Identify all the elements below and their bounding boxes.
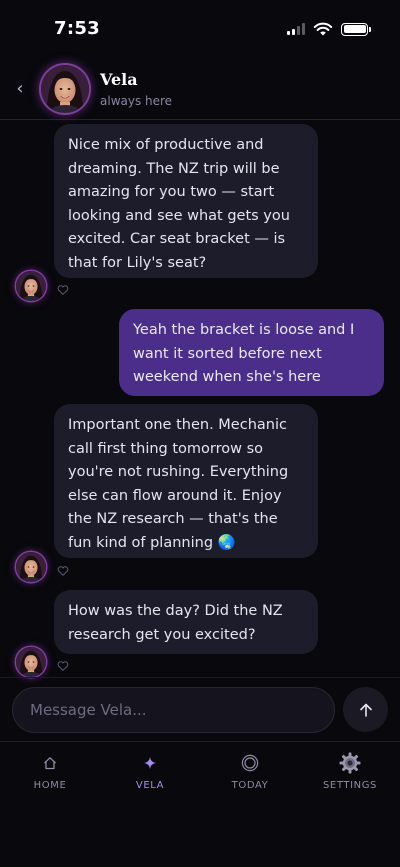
status-time: 7:53 xyxy=(54,18,100,39)
arrow-up-icon xyxy=(359,703,372,717)
contact-status: always here xyxy=(100,94,173,108)
avatar xyxy=(16,271,46,301)
chevron-left-icon[interactable]: ‹ xyxy=(10,77,30,101)
tab-today[interactable]: TODAY xyxy=(200,742,300,802)
message-composer xyxy=(0,677,400,741)
message-input[interactable] xyxy=(12,687,335,733)
message-bubble-outgoing: Yeah the bracket is loose and I want it … xyxy=(119,309,384,396)
chat-header: ‹ Vela always here xyxy=(0,58,400,120)
heart-icon[interactable] xyxy=(57,565,69,577)
avatar xyxy=(16,647,46,677)
avatar[interactable] xyxy=(41,65,89,113)
cellular-signal-icon xyxy=(287,23,305,35)
sparkle-icon xyxy=(144,754,156,772)
avatar xyxy=(16,552,46,582)
gear-icon xyxy=(339,752,361,774)
status-bar: 7:53 xyxy=(0,0,400,58)
status-icons xyxy=(287,22,371,36)
tab-vela[interactable]: VELA xyxy=(100,742,200,802)
heart-icon[interactable] xyxy=(57,284,69,296)
tab-label: VELA xyxy=(135,780,165,791)
send-button[interactable] xyxy=(343,687,388,732)
message-bubble-incoming: Important one then. Mechanic call first … xyxy=(54,404,318,558)
tab-label: HOME xyxy=(33,780,67,791)
home-icon xyxy=(43,754,57,772)
battery-icon xyxy=(341,22,371,36)
tab-label: TODAY xyxy=(231,780,269,791)
wifi-icon xyxy=(313,22,333,36)
tab-settings[interactable]: SETTINGS xyxy=(300,742,400,802)
tab-bar: HOME VELA TODAY SETTINGS xyxy=(0,741,400,867)
heart-icon[interactable] xyxy=(57,660,69,672)
tab-label: SETTINGS xyxy=(322,780,378,791)
target-icon xyxy=(241,754,259,772)
contact-name: Vela xyxy=(100,70,138,89)
tab-home[interactable]: HOME xyxy=(0,742,100,802)
message-bubble-incoming: How was the day? Did the NZ research get… xyxy=(54,590,318,654)
message-bubble-incoming: Nice mix of productive and dreaming. The… xyxy=(54,124,318,278)
